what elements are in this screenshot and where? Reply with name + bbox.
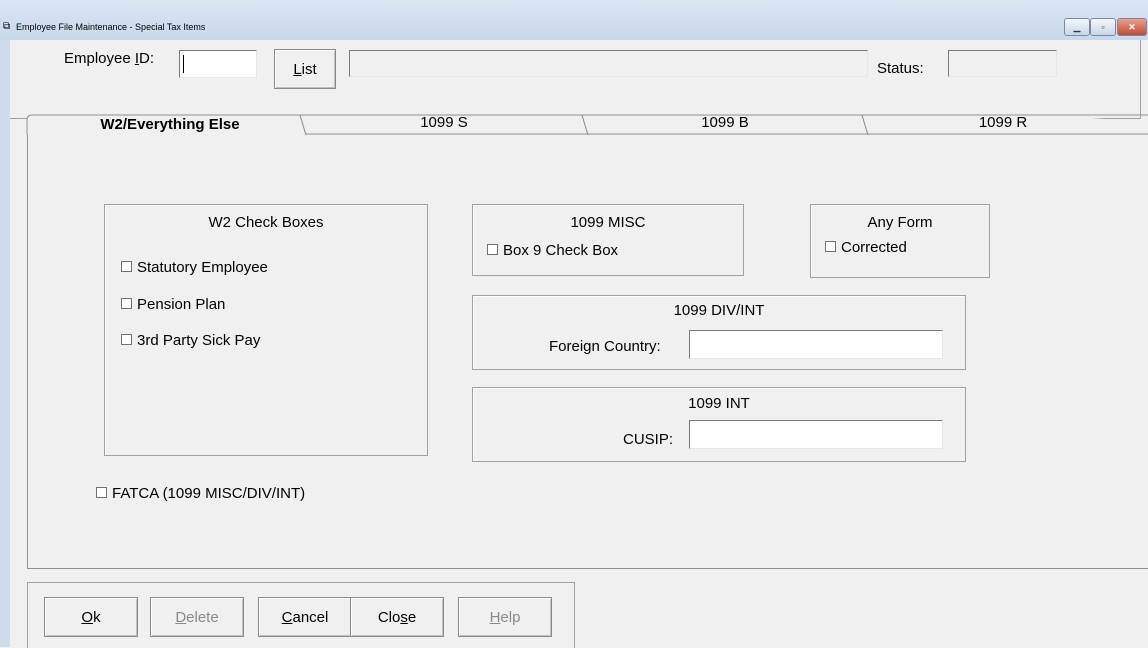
maximize-button[interactable]: ▫: [1090, 18, 1116, 36]
checkbox-label: FATCA (1099 MISC/DIV/INT): [112, 485, 306, 502]
checkbox-label: Corrected: [841, 239, 907, 256]
tab-1099-s[interactable]: 1099 S: [306, 113, 582, 135]
w2-check-boxes-group: W2 Check Boxes Statutory Employee Pensio…: [104, 204, 428, 456]
tab-label: W2/Everything Else: [100, 116, 240, 133]
group-title: W2 Check Boxes: [208, 214, 324, 231]
tab-1099-r[interactable]: 1099 R: [868, 113, 1138, 135]
app-icon: ⧉: [3, 21, 11, 32]
cancel-button[interactable]: Cancel: [258, 597, 352, 637]
help-button[interactable]: Help: [458, 597, 552, 637]
text-cursor: [183, 55, 184, 73]
cancel-button-label: Cancel: [281, 609, 329, 626]
status-label: Status:: [877, 60, 924, 77]
employee-id-label: Employee ID:: [64, 50, 155, 67]
close-button-label: Close: [377, 609, 417, 626]
ok-button[interactable]: Ok: [44, 597, 138, 637]
statutory-employee-checkbox[interactable]: Statutory Employee: [121, 259, 268, 276]
int-1099-group: 1099 INT CUSIP:: [472, 387, 966, 462]
list-button[interactable]: List: [274, 49, 336, 89]
checkbox-label: Box 9 Check Box: [503, 242, 619, 259]
misc-1099-group: 1099 MISC Box 9 Check Box: [472, 204, 744, 276]
close-button[interactable]: Close: [350, 597, 444, 637]
employee-header: Employee ID: List Status:: [10, 40, 1141, 119]
tab-label: 1099 S: [420, 114, 468, 131]
foreign-country-label: Foreign Country:: [549, 338, 661, 355]
cusip-input[interactable]: [689, 420, 943, 449]
div-int-1099-group: 1099 DIV/INT Foreign Country:: [472, 295, 966, 370]
checkbox-label: Pension Plan: [137, 296, 226, 313]
minimize-button[interactable]: ▁: [1064, 18, 1090, 36]
checkbox-icon: [825, 241, 836, 252]
any-form-group: Any Form Corrected: [810, 204, 990, 278]
help-button-label: Help: [489, 609, 521, 626]
foreign-country-input[interactable]: [689, 330, 943, 359]
delete-button[interactable]: Delete: [150, 597, 244, 637]
checkbox-icon: [121, 298, 132, 309]
checkbox-label: 3rd Party Sick Pay: [137, 332, 261, 349]
delete-button-label: Delete: [175, 609, 219, 626]
checkbox-icon: [487, 244, 498, 255]
ok-button-label: Ok: [81, 609, 101, 626]
tab-label: 1099 B: [701, 114, 749, 131]
window-title: Employee File Maintenance - Special Tax …: [16, 22, 206, 32]
checkbox-icon: [121, 334, 132, 345]
group-title: 1099 MISC: [570, 214, 646, 231]
pension-plan-checkbox[interactable]: Pension Plan: [121, 296, 225, 313]
corrected-checkbox[interactable]: Corrected: [825, 239, 907, 256]
minimize-icon: ▁: [1073, 22, 1081, 32]
list-button-label: List: [293, 61, 317, 78]
employee-id-input[interactable]: [179, 50, 257, 78]
close-icon: ✕: [1128, 22, 1136, 32]
checkbox-icon: [96, 487, 107, 498]
checkbox-icon: [121, 261, 132, 272]
title-bar: ⧉ Employee File Maintenance - Special Ta…: [0, 0, 1148, 40]
tab-label: 1099 R: [978, 114, 1028, 131]
cusip-label: CUSIP:: [623, 431, 674, 448]
employee-name-display: [349, 50, 868, 77]
box-9-checkbox[interactable]: Box 9 Check Box: [487, 242, 618, 259]
close-window-button[interactable]: ✕: [1117, 18, 1147, 36]
checkbox-label: Statutory Employee: [137, 259, 268, 276]
group-title: 1099 INT: [688, 395, 750, 412]
tab-1099-b[interactable]: 1099 B: [588, 113, 862, 135]
group-title: 1099 DIV/INT: [673, 302, 765, 319]
fatca-checkbox[interactable]: FATCA (1099 MISC/DIV/INT): [96, 485, 305, 502]
status-display: [948, 50, 1057, 77]
third-party-sick-pay-checkbox[interactable]: 3rd Party Sick Pay: [121, 332, 260, 349]
tab-w2-everything-else[interactable]: W2/Everything Else: [40, 115, 300, 137]
group-title: Any Form: [867, 214, 933, 231]
maximize-icon: ▫: [1101, 22, 1105, 32]
